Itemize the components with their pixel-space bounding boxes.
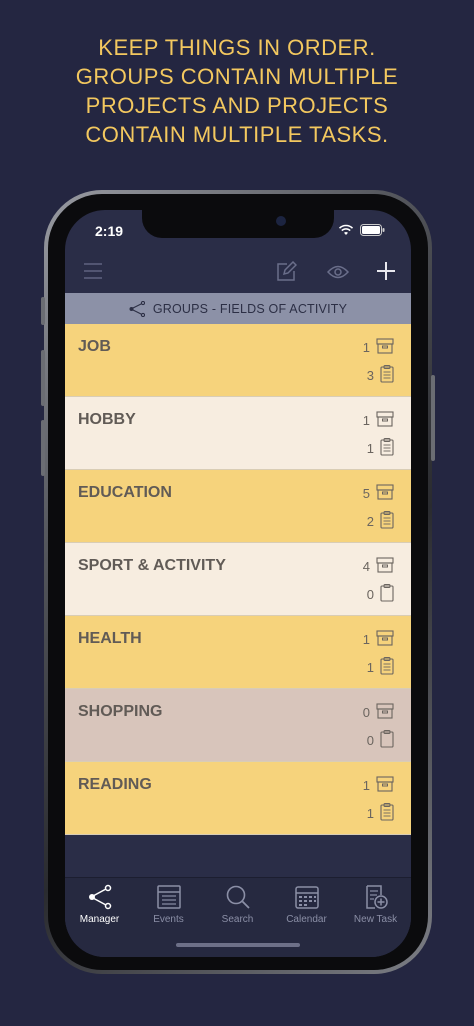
tab-events[interactable]: Events [134, 884, 203, 925]
task-count-value: 1 [366, 441, 374, 456]
group-row[interactable]: SPORT & ACTIVITY 4 0 [65, 543, 411, 616]
task-count: 1 [367, 803, 394, 824]
power-button [431, 375, 435, 461]
new-task-icon [365, 885, 388, 909]
battery-icon [360, 224, 385, 236]
project-count-value: 1 [362, 632, 370, 647]
task-count-value: 3 [366, 368, 374, 383]
project-count: 5 [363, 484, 394, 503]
group-row[interactable]: EDUCATION 5 2 [65, 470, 411, 543]
tab-label: New Task [353, 914, 398, 925]
project-count: 1 [363, 338, 394, 357]
group-name: JOB [78, 338, 111, 355]
search-icon [226, 885, 250, 909]
task-count: 0 [367, 584, 394, 605]
archive-box-icon [376, 557, 394, 576]
group-row[interactable]: HOBBY 1 1 [65, 397, 411, 470]
task-count-value: 1 [366, 806, 374, 821]
wifi-icon [338, 224, 354, 235]
archive-box-icon [376, 411, 394, 430]
add-icon[interactable] [376, 261, 396, 281]
group-row[interactable]: JOB 1 3 [65, 324, 411, 397]
archive-box-icon [376, 338, 394, 357]
headline-line: PROJECTS AND PROJECTS [85, 93, 389, 118]
headline: KEEP THINGS IN ORDER. GROUPS CONTAIN MUL… [0, 33, 474, 149]
tab-label: Calendar [286, 914, 327, 925]
clipboard-icon [380, 584, 394, 605]
task-count-value: 2 [366, 514, 374, 529]
camera-icon [276, 216, 286, 226]
headline-line: GROUPS CONTAIN MULTIPLE [75, 64, 399, 89]
headline-line: CONTAIN MULTIPLE TASKS. [85, 122, 389, 147]
group-name: READING [78, 776, 152, 793]
group-name: HEALTH [78, 630, 142, 647]
section-header: GROUPS - FIELDS OF ACTIVITY [65, 293, 411, 324]
group-row[interactable]: HEALTH 1 1 [65, 616, 411, 689]
project-count-value: 0 [362, 705, 370, 720]
clipboard-icon [380, 438, 394, 459]
menu-icon[interactable] [83, 261, 103, 281]
task-count-value: 1 [366, 660, 374, 675]
group-name: HOBBY [78, 411, 136, 428]
archive-box-icon [376, 703, 394, 722]
tab-label: Manager [79, 914, 120, 925]
nav-bar [65, 255, 411, 293]
project-count-value: 5 [362, 486, 370, 501]
mute-switch [41, 297, 45, 325]
project-count: 1 [363, 630, 394, 649]
clipboard-icon [380, 803, 394, 824]
clipboard-icon [380, 730, 394, 751]
tab-label: Events [153, 914, 184, 925]
clipboard-icon [380, 657, 394, 678]
tab-label: Search [221, 914, 254, 925]
clipboard-icon [380, 511, 394, 532]
status-icons [338, 224, 385, 236]
app-screen: 2:19 GROUPS - FIELDS OF ACTIVITY JOB 1 3… [65, 210, 411, 957]
tab-new-task[interactable]: New Task [341, 884, 410, 925]
tab-search[interactable]: Search [203, 884, 272, 925]
task-count: 3 [367, 365, 394, 386]
group-name: EDUCATION [78, 484, 172, 501]
group-name: SHOPPING [78, 703, 163, 720]
eye-icon[interactable] [327, 265, 349, 279]
archive-box-icon [376, 630, 394, 649]
home-indicator [176, 943, 300, 947]
task-count-value: 0 [366, 733, 374, 748]
project-count: 1 [363, 776, 394, 795]
share-icon [129, 300, 145, 317]
task-count: 1 [367, 657, 394, 678]
notch [142, 210, 334, 238]
task-count: 1 [367, 438, 394, 459]
section-header-label: GROUPS - FIELDS OF ACTIVITY [152, 301, 348, 316]
group-name: SPORT & ACTIVITY [78, 557, 226, 574]
project-count-value: 4 [362, 559, 370, 574]
project-count: 1 [363, 411, 394, 430]
status-time: 2:19 [95, 223, 124, 239]
headline-line: KEEP THINGS IN ORDER. [98, 35, 376, 60]
project-count-value: 1 [362, 340, 370, 355]
tab-manager[interactable]: Manager [65, 884, 134, 925]
volume-up-button [41, 350, 45, 406]
clipboard-icon [380, 365, 394, 386]
project-count-value: 1 [362, 778, 370, 793]
project-count: 4 [363, 557, 394, 576]
task-count-value: 0 [366, 587, 374, 602]
task-count: 2 [367, 511, 394, 532]
group-list: JOB 1 3 HOBBY 1 1 EDUCATION 5 2 SPORT & ACTIVI… [65, 324, 411, 835]
project-count-value: 1 [362, 413, 370, 428]
calendar-icon [294, 886, 319, 909]
archive-box-icon [376, 776, 394, 795]
group-row[interactable]: READING 1 1 [65, 762, 411, 835]
volume-down-button [41, 420, 45, 476]
edit-icon[interactable] [275, 261, 297, 283]
events-icon [156, 885, 181, 909]
archive-box-icon [376, 484, 394, 503]
group-row[interactable]: SHOPPING 0 0 [65, 689, 411, 762]
task-count: 0 [367, 730, 394, 751]
share-icon [88, 884, 111, 910]
project-count: 0 [363, 703, 394, 722]
tab-calendar[interactable]: Calendar [272, 884, 341, 925]
